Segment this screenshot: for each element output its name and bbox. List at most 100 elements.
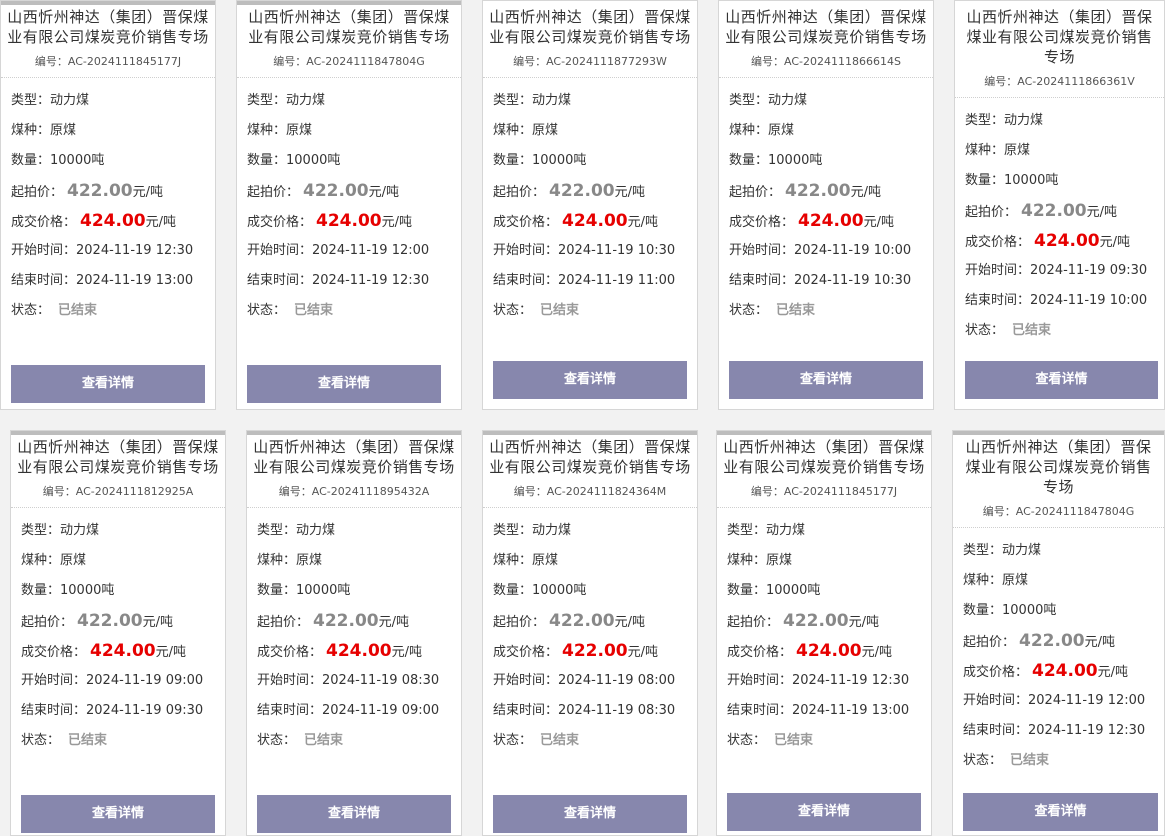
begin-time-label: 开始时间：	[257, 673, 323, 688]
view-details-button[interactable]: 查看详情	[493, 795, 687, 833]
auction-card: 山西忻州神达（集团）晋保煤业有限公司煤炭竞价销售专场 编号：AC-2024111…	[246, 430, 462, 836]
begin-time-row: 开始时间：2024-11-19 08:00	[493, 666, 697, 696]
status-badge: 已结束	[540, 733, 580, 748]
coal-label: 煤种：	[729, 123, 769, 138]
start-price-row: 起拍价： 422.00元/吨	[257, 606, 461, 636]
start-price-value: 422.00	[67, 181, 133, 201]
view-details-button[interactable]: 查看详情	[965, 361, 1158, 399]
type-label: 类型：	[729, 93, 769, 108]
deal-price-unit: 元/吨	[861, 645, 893, 660]
quantity-value: 10000吨	[296, 583, 351, 598]
deal-price-label: 成交价格：	[247, 215, 313, 230]
status-label: 状态：	[493, 733, 533, 748]
end-time-value: 2024-11-19 09:30	[86, 703, 204, 718]
start-price-row: 起拍价： 422.00元/吨	[11, 176, 215, 206]
begin-time-label: 开始时间：	[729, 243, 795, 258]
view-details-button[interactable]: 查看详情	[729, 361, 923, 399]
begin-time-value: 2024-11-19 09:30	[1030, 263, 1148, 278]
card-code: 编号：AC-2024111866361V	[955, 73, 1164, 98]
end-time-row: 结束时间：2024-11-19 11:00	[493, 266, 697, 296]
deal-price-label: 成交价格：	[963, 665, 1029, 680]
begin-time-row: 开始时间：2024-11-19 12:00	[963, 686, 1164, 716]
quantity-label: 数量：	[963, 603, 1003, 618]
coal-row: 煤种：原煤	[257, 546, 461, 576]
begin-time-value: 2024-11-19 12:30	[76, 243, 194, 258]
deal-price-row: 成交价格： 424.00元/吨	[247, 206, 461, 236]
deal-price-row: 成交价格： 424.00元/吨	[963, 656, 1164, 686]
card-title: 山西忻州神达（集团）晋保煤业有限公司煤炭竞价销售专场	[248, 8, 450, 46]
card-code: 编号：AC-2024111812925A	[11, 483, 225, 508]
quantity-value: 10000吨	[60, 583, 115, 598]
card-code: 编号：AC-2024111877293W	[483, 53, 697, 78]
start-price-unit: 元/吨	[614, 185, 646, 200]
start-price-label: 起拍价：	[493, 185, 546, 200]
card-top-bar	[11, 431, 225, 435]
view-details-button[interactable]: 查看详情	[257, 795, 451, 833]
start-price-label: 起拍价：	[965, 205, 1018, 220]
quantity-value: 10000吨	[766, 583, 821, 598]
deal-price-unit: 元/吨	[1099, 235, 1131, 250]
view-details-button[interactable]: 查看详情	[727, 793, 921, 831]
coal-label: 煤种：	[493, 123, 533, 138]
type-row: 类型：动力煤	[963, 536, 1164, 566]
begin-time-row: 开始时间：2024-11-19 12:00	[247, 236, 461, 266]
view-details-button[interactable]: 查看详情	[247, 365, 441, 403]
begin-time-label: 开始时间：	[963, 693, 1029, 708]
quantity-label: 数量：	[21, 583, 61, 598]
coal-label: 煤种：	[963, 573, 1003, 588]
start-price-value: 422.00	[1021, 201, 1087, 221]
start-price-row: 起拍价： 422.00元/吨	[493, 176, 697, 206]
start-price-unit: 元/吨	[1086, 205, 1118, 220]
status-row: 状态： 已结束	[729, 296, 933, 326]
deal-price-row: 成交价格： 424.00元/吨	[729, 206, 933, 236]
view-details-button[interactable]: 查看详情	[493, 361, 687, 399]
type-value: 动力煤	[1002, 543, 1042, 558]
view-details-button[interactable]: 查看详情	[21, 795, 215, 833]
card-top-bar	[247, 431, 461, 435]
quantity-row: 数量：10000吨	[493, 576, 697, 606]
end-time-label: 结束时间：	[247, 273, 313, 288]
start-price-value: 422.00	[549, 181, 615, 201]
auction-card: 山西忻州神达（集团）晋保煤业有限公司煤炭竞价销售专场 编号：AC-2024111…	[482, 0, 698, 410]
coal-value: 原煤	[50, 123, 77, 138]
auction-card: 山西忻州神达（集团）晋保煤业有限公司煤炭竞价销售专场 编号：AC-2024111…	[716, 430, 932, 836]
coal-label: 煤种：	[21, 553, 61, 568]
end-time-value: 2024-11-19 10:00	[1030, 293, 1148, 308]
deal-price-unit: 元/吨	[863, 215, 895, 230]
type-row: 类型：动力煤	[21, 516, 225, 546]
deal-price-label: 成交价格：	[11, 215, 77, 230]
coal-row: 煤种：原煤	[965, 136, 1164, 166]
begin-time-label: 开始时间：	[21, 673, 87, 688]
begin-time-row: 开始时间：2024-11-19 09:30	[965, 256, 1164, 286]
begin-time-label: 开始时间：	[727, 673, 793, 688]
begin-time-value: 2024-11-19 10:30	[558, 243, 676, 258]
begin-time-label: 开始时间：	[247, 243, 313, 258]
start-price-unit: 元/吨	[142, 615, 174, 630]
quantity-label: 数量：	[729, 153, 769, 168]
coal-label: 煤种：	[965, 143, 1005, 158]
status-row: 状态： 已结束	[247, 296, 461, 326]
view-details-button[interactable]: 查看详情	[11, 365, 205, 403]
end-time-value: 2024-11-19 13:00	[76, 273, 194, 288]
deal-price-value: 424.00	[798, 211, 864, 231]
auction-card: 山西忻州神达（集团）晋保煤业有限公司煤炭竞价销售专场 编号：AC-2024111…	[952, 430, 1165, 836]
deal-price-label: 成交价格：	[493, 645, 559, 660]
card-title: 山西忻州神达（集团）晋保煤业有限公司煤炭竞价销售专场	[489, 438, 691, 476]
card-title: 山西忻州神达（集团）晋保煤业有限公司煤炭竞价销售专场	[7, 8, 209, 46]
begin-time-row: 开始时间：2024-11-19 12:30	[11, 236, 215, 266]
quantity-value: 10000吨	[50, 153, 105, 168]
type-value: 动力煤	[60, 523, 100, 538]
quantity-row: 数量：10000吨	[965, 166, 1164, 196]
type-row: 类型：动力煤	[729, 86, 933, 116]
deal-price-value: 422.00	[562, 641, 628, 661]
begin-time-label: 开始时间：	[493, 673, 559, 688]
coal-value: 原煤	[286, 123, 313, 138]
begin-time-value: 2024-11-19 08:00	[558, 673, 676, 688]
begin-time-value: 2024-11-19 12:00	[312, 243, 430, 258]
type-row: 类型：动力煤	[247, 86, 461, 116]
start-price-row: 起拍价： 422.00元/吨	[965, 196, 1164, 226]
start-price-label: 起拍价：	[11, 185, 64, 200]
status-label: 状态：	[493, 303, 533, 318]
view-details-button[interactable]: 查看详情	[963, 793, 1158, 831]
end-time-label: 结束时间：	[11, 273, 77, 288]
